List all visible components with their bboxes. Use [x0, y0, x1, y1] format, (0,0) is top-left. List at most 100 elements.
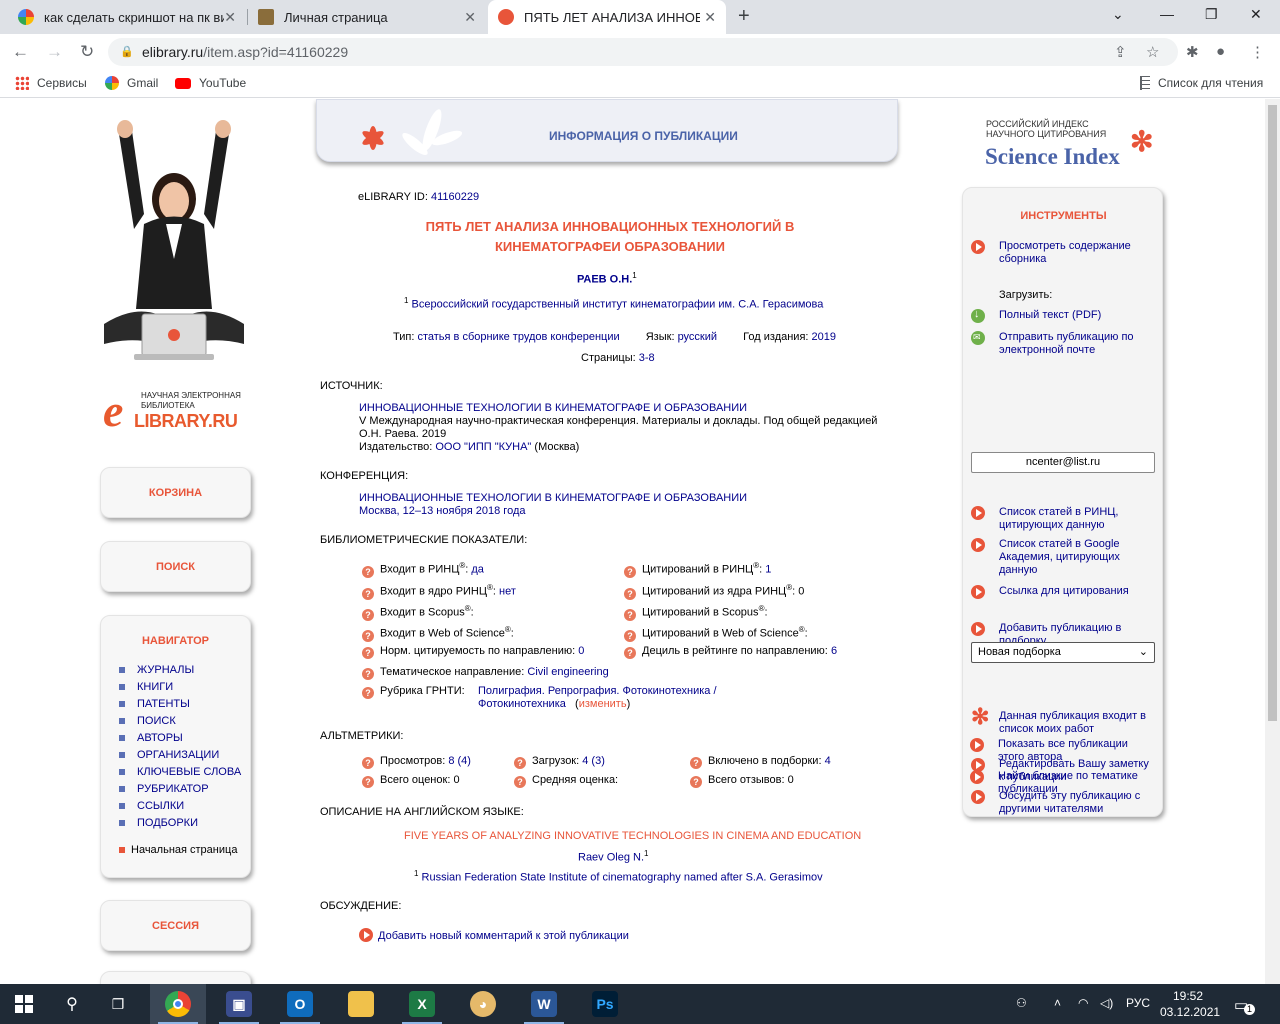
- metric-grnti: ? Рубрика ГРНТИ:: [362, 685, 465, 699]
- add-comment-link[interactable]: Добавить новый комментарий к этой публик…: [359, 928, 629, 942]
- metric-in-rinc-core: ? Входит в ядро РИНЦ®: нет: [362, 583, 516, 600]
- nav-item-links[interactable]: ССЫЛКИ: [101, 797, 250, 814]
- pages: Страницы: 3-8: [581, 352, 655, 364]
- asterisk-icon: ✻: [1130, 126, 1154, 157]
- close-window-button[interactable]: ✕: [1250, 6, 1262, 23]
- tab-google-search[interactable]: как сделать скриншот на пк вин ✕: [8, 0, 246, 34]
- help-icon: ?: [362, 687, 374, 699]
- tool-all-author-pubs[interactable]: Показать все публикации этого автора: [970, 738, 1148, 764]
- start-button[interactable]: [0, 984, 48, 1024]
- nav-item-rubricator[interactable]: РУБРИКАТОР: [101, 780, 250, 797]
- forward-button[interactable]: →: [46, 42, 63, 62]
- help-icon: ?: [362, 608, 374, 621]
- help-icon: ?: [362, 565, 374, 578]
- close-tab-icon[interactable]: ✕: [464, 9, 476, 26]
- email-field[interactable]: ncenter@list.ru: [971, 452, 1155, 473]
- restore-button[interactable]: ❐: [1205, 6, 1218, 23]
- cart-box[interactable]: КОРЗИНА: [100, 467, 251, 518]
- nav-item-organizations[interactable]: ОРГАНИЗАЦИИ: [101, 746, 250, 763]
- volume-icon[interactable]: ◁): [1100, 996, 1113, 1010]
- nav-item-books[interactable]: КНИГИ: [101, 678, 250, 695]
- reading-list[interactable]: Список для чтения: [1140, 76, 1263, 90]
- word-icon: W: [531, 991, 557, 1017]
- publisher-link[interactable]: ООО "ИПП "КУНА": [435, 441, 531, 453]
- taskbar-excel[interactable]: X: [394, 984, 450, 1024]
- outlook-icon: O: [287, 991, 313, 1017]
- taskbar-save[interactable]: ▣: [211, 984, 267, 1024]
- close-tab-icon[interactable]: ✕: [704, 9, 716, 26]
- nav-item-patents[interactable]: ПАТЕНТЫ: [101, 695, 250, 712]
- tool-list-google-scholar[interactable]: Список статей в Google Академия, цитирую…: [971, 538, 1129, 577]
- nav-item-search[interactable]: ПОИСК: [101, 712, 250, 729]
- menu-icon[interactable]: ⋮: [1250, 43, 1265, 61]
- network-icon[interactable]: ◠: [1078, 996, 1088, 1010]
- tab-elibrary-item[interactable]: ПЯТЬ ЛЕТ АНАЛИЗА ИННОВАЦИ ✕: [488, 0, 726, 34]
- elibrary-logo[interactable]: e НАУЧНАЯ ЭЛЕКТРОННАЯ БИБЛИОТЕКА LIBRARY…: [103, 388, 253, 437]
- back-button[interactable]: ←: [12, 42, 29, 62]
- affiliation[interactable]: 1 Всероссийский государственный институт…: [404, 296, 823, 311]
- new-tab-button[interactable]: +: [738, 5, 750, 28]
- search-icon[interactable]: ⚲: [52, 984, 92, 1024]
- minimize-button[interactable]: —: [1160, 6, 1174, 22]
- reading-list-icon: [1140, 76, 1150, 90]
- metric-theme: ? Тематическое направление: Civil enginee…: [362, 666, 609, 680]
- clock[interactable]: 19:52 03.12.2021: [1160, 988, 1220, 1020]
- windows-taskbar: ⚲ ❐ ▣ O X ◕ W Ps ⚇ ˄ ◠ ◁) РУС 19:52 03.1…: [0, 984, 1280, 1024]
- tool-send-email[interactable]: Отправить публикацию по электронной почт…: [971, 331, 1139, 357]
- language-indicator[interactable]: РУС: [1126, 996, 1150, 1010]
- source-title-link[interactable]: ИННОВАЦИОННЫЕ ТЕХНОЛОГИИ В КИНЕМАТОГРАФЕ…: [359, 402, 879, 415]
- conference-block[interactable]: ИННОВАЦИОННЫЕ ТЕХНОЛОГИИ В КИНЕМАТОГРАФЕ…: [359, 492, 747, 518]
- taskbar-chrome[interactable]: [150, 984, 206, 1024]
- tab-personal-page[interactable]: Личная страница ✕: [248, 0, 486, 34]
- bookmark-services[interactable]: Сервисы: [15, 76, 87, 90]
- taskbar-outlook[interactable]: O: [272, 984, 328, 1024]
- explorer-icon: [348, 991, 374, 1017]
- tab-strip: как сделать скриншот на пк вин ✕ Личная …: [0, 0, 1280, 34]
- search-box[interactable]: ПОИСК: [100, 541, 251, 592]
- close-tab-icon[interactable]: ✕: [224, 9, 236, 26]
- taskbar-word[interactable]: W: [516, 984, 572, 1024]
- reload-button[interactable]: ↻: [80, 42, 94, 62]
- chevron-down-icon: ⌄: [1138, 646, 1148, 658]
- next-box: [100, 971, 251, 984]
- science-index-logo[interactable]: РОССИЙСКИЙ ИНДЕКС НАУЧНОГО ЦИТИРОВАНИЯ Sc…: [985, 119, 1165, 169]
- tool-view-contents[interactable]: Просмотреть содержание сборника: [971, 240, 1139, 266]
- english-author: Raev Oleg N.1: [578, 849, 649, 864]
- tab-search-icon[interactable]: ⌄: [1112, 6, 1124, 23]
- bookmark-star-icon[interactable]: ☆: [1146, 43, 1159, 61]
- author-link[interactable]: РАЕВ О.Н.1: [577, 271, 637, 286]
- tool-fulltext-pdf[interactable]: Полный текст (PDF): [971, 308, 1101, 323]
- nav-item-keywords[interactable]: КЛЮЧЕВЫЕ СЛОВА: [101, 763, 250, 780]
- notifications-icon[interactable]: ▭ 1: [1234, 996, 1255, 1015]
- bookmark-youtube[interactable]: YouTube: [175, 76, 246, 90]
- tool-in-my-works[interactable]: ✻ Данная публикация входит в список моих …: [971, 706, 1149, 736]
- page-scrollbar[interactable]: [1265, 99, 1280, 984]
- collection-select[interactable]: Новая подборка ⌄: [971, 642, 1155, 663]
- metric-in-scopus: ? Входит в Scopus®:: [362, 604, 474, 621]
- taskbar-explorer[interactable]: [333, 984, 389, 1024]
- nav-item-home[interactable]: Начальная страница: [101, 841, 250, 858]
- tool-similar-pubs[interactable]: Найти близкие по тематике публикации: [970, 770, 1148, 796]
- scrollbar-thumb[interactable]: [1268, 105, 1277, 721]
- share-icon[interactable]: ⇪: [1114, 43, 1127, 61]
- nav-item-authors[interactable]: АВТОРЫ: [101, 729, 250, 746]
- chevron-up-icon[interactable]: ˄: [1054, 996, 1061, 1010]
- grnti-value[interactable]: Полиграфия. Репрография. Фотокинотехника…: [478, 685, 717, 711]
- section-bibliometrics-heading: БИБЛИОМЕТРИЧЕСКИЕ ПОКАЗАТЕЛИ:: [320, 534, 528, 546]
- taskbar-photoshop[interactable]: Ps: [577, 984, 633, 1024]
- tool-cite-link[interactable]: Ссылка для цитирования: [971, 585, 1129, 599]
- nav-item-collections[interactable]: ПОДБОРКИ: [101, 814, 250, 831]
- section-conference-heading: КОНФЕРЕНЦИЯ:: [320, 470, 409, 482]
- tool-list-rinc[interactable]: Список статей в РИНЦ, цитирующих данную: [971, 506, 1139, 532]
- extensions-icon[interactable]: ✱: [1186, 43, 1199, 61]
- people-icon[interactable]: ⚇: [1016, 996, 1027, 1010]
- session-box[interactable]: СЕССИЯ: [100, 900, 251, 951]
- nav-item-journals[interactable]: ЖУРНАЛЫ: [101, 661, 250, 678]
- task-view-icon[interactable]: ❐: [98, 984, 138, 1024]
- bookmark-gmail[interactable]: Gmail: [105, 76, 158, 90]
- profile-avatar[interactable]: ●: [1216, 43, 1225, 60]
- address-bar[interactable]: 🔒 elibrary.ru/item.asp?id=41160229: [108, 38, 1178, 66]
- change-grnti-link[interactable]: изменить: [579, 698, 627, 710]
- taskbar-paint[interactable]: ◕: [455, 984, 511, 1024]
- help-icon: ?: [690, 757, 702, 769]
